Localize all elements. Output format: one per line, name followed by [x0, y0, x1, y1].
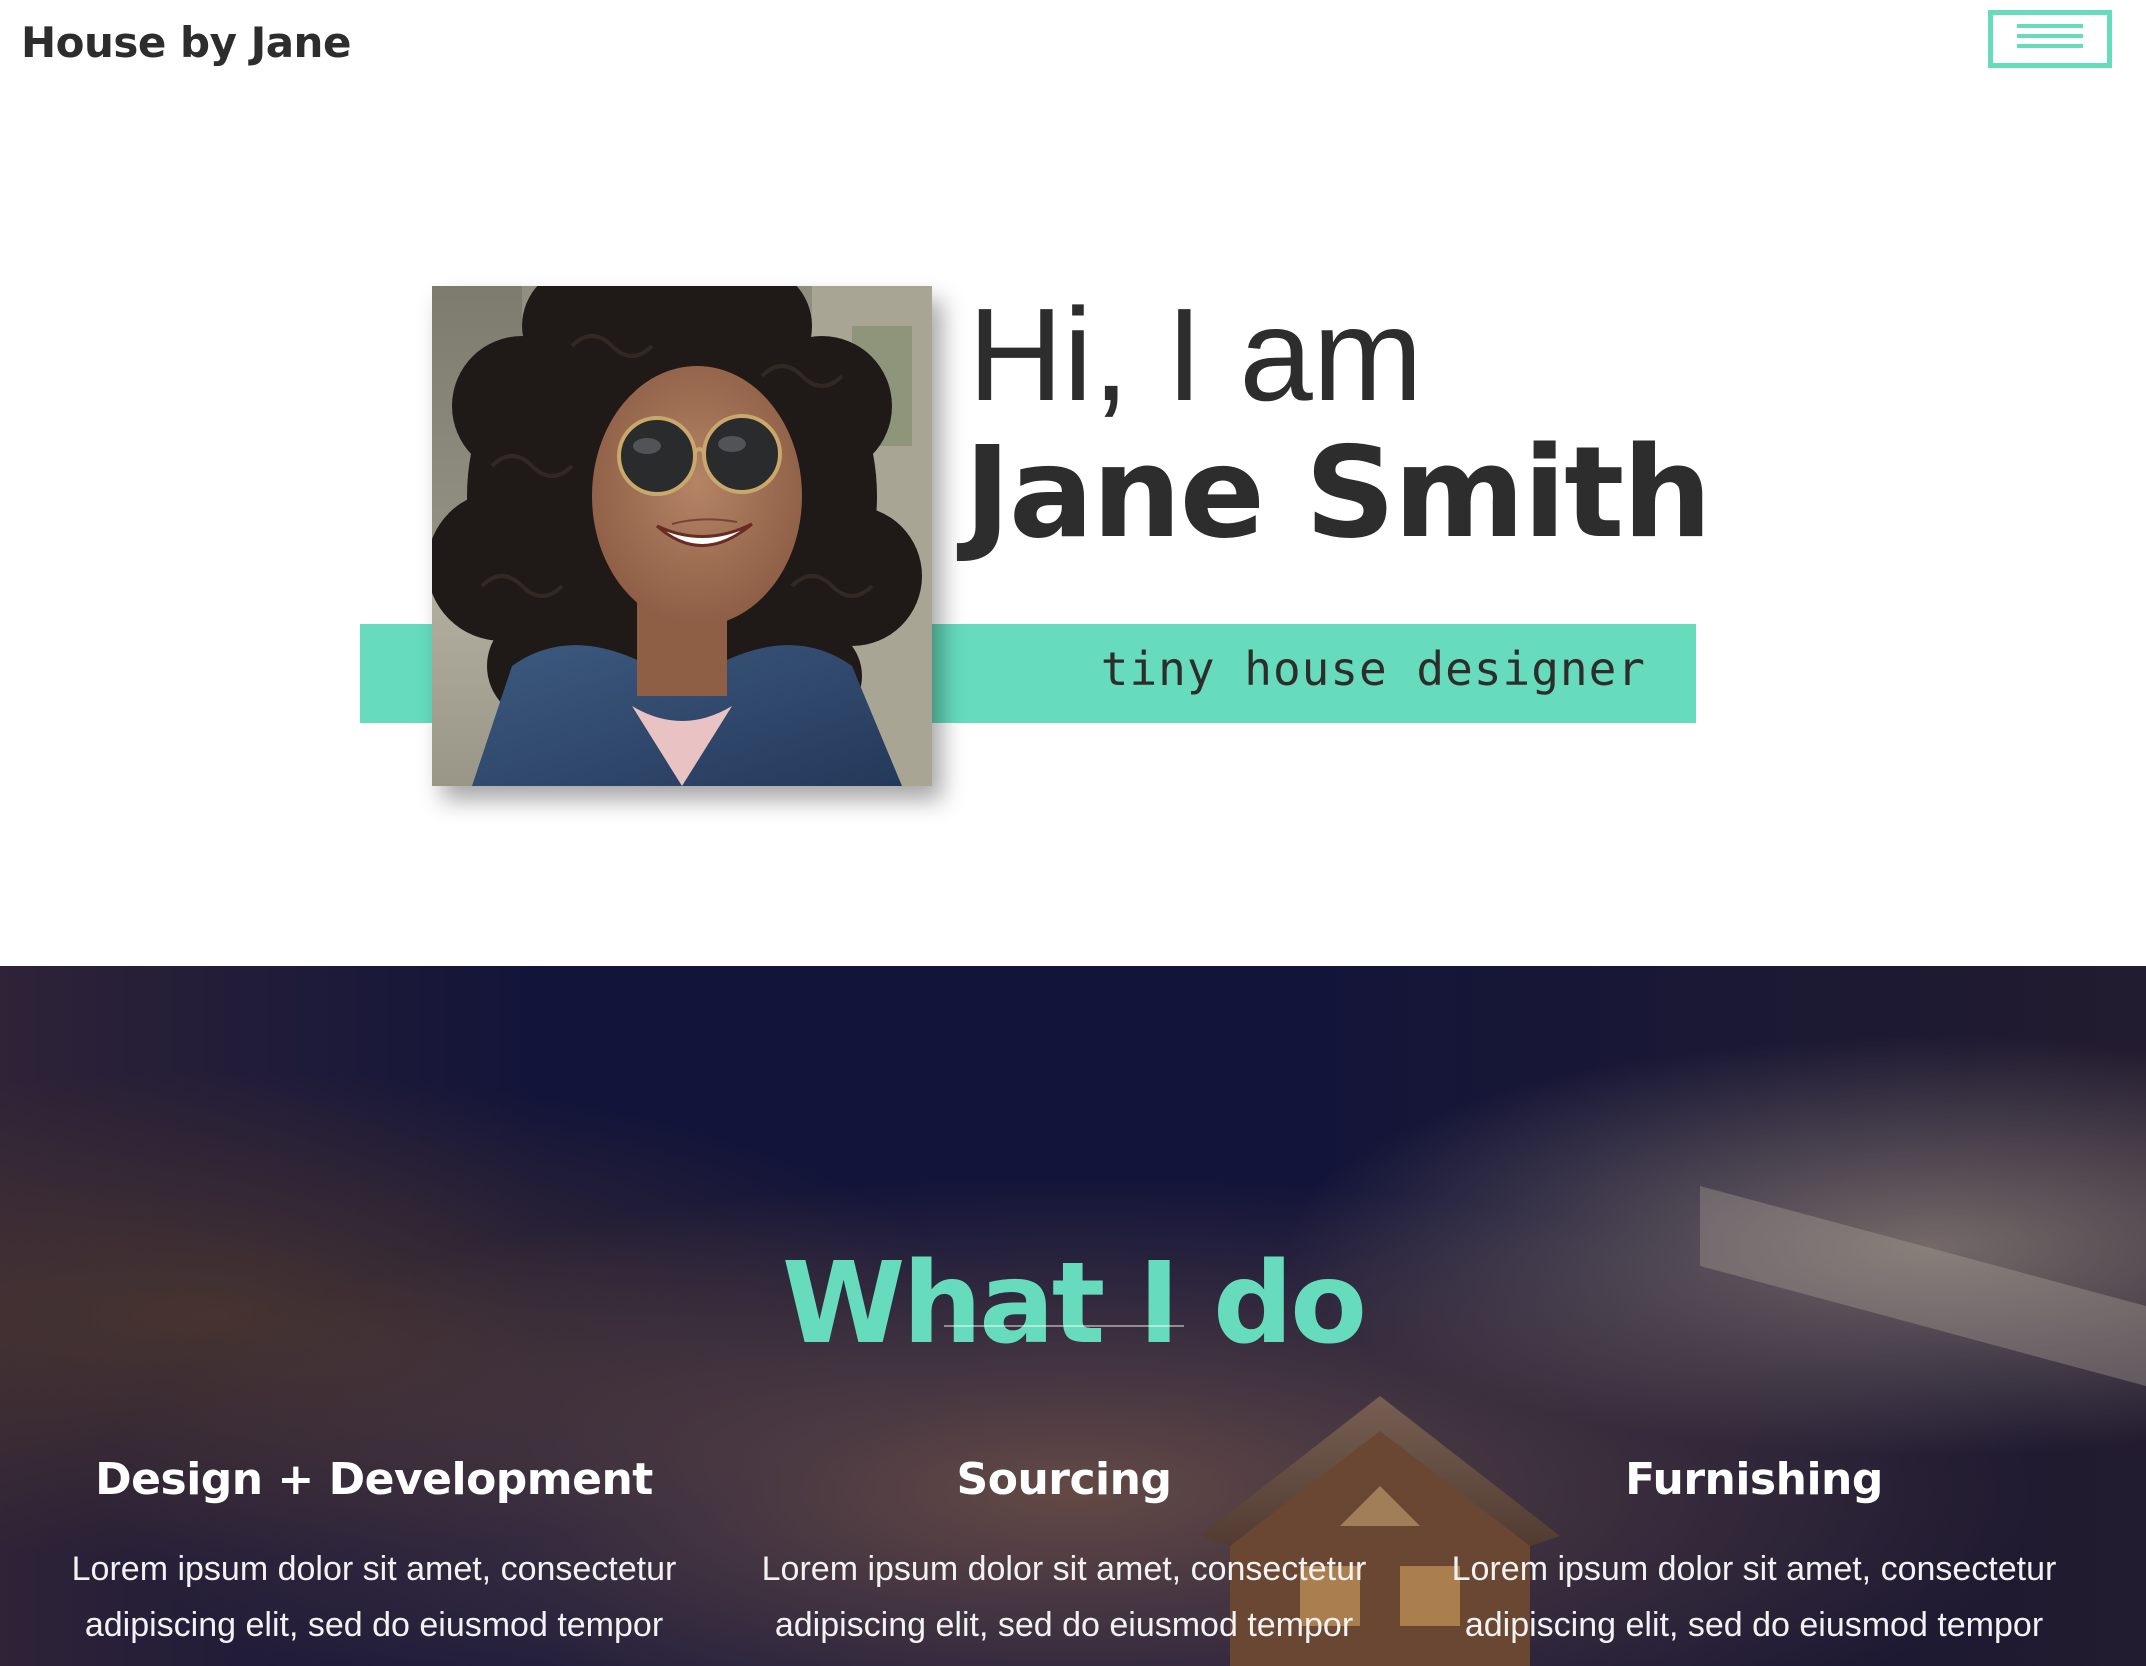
- site-brand-link[interactable]: House by Jane: [21, 18, 351, 67]
- hero-greeting: Hi, I am: [968, 281, 1423, 428]
- section-title: What I do: [781, 1238, 1367, 1369]
- hero-name: Jane Smith: [964, 419, 1712, 566]
- service-sourcing: Sourcing Lorem ipsum dolor sit amet, con…: [754, 1454, 1374, 1653]
- tagline: tiny house designer: [1100, 642, 1646, 696]
- portrait-photo: [432, 286, 932, 786]
- service-description: Lorem ipsum dolor sit amet, consectetur …: [71, 1549, 677, 1644]
- service-description: Lorem ipsum dolor sit amet, consectetur …: [761, 1549, 1367, 1644]
- service-design-development: Design + Development Lorem ipsum dolor s…: [64, 1454, 684, 1653]
- service-description: Lorem ipsum dolor sit amet, consectetur …: [1451, 1549, 2057, 1644]
- service-title: Sourcing: [956, 1454, 1172, 1505]
- service-furnishing: Furnishing Lorem ipsum dolor sit amet, c…: [1444, 1454, 2064, 1653]
- services-section: What I do Design + Development Lorem ips…: [0, 966, 2146, 1666]
- service-title: Design + Development: [95, 1454, 653, 1505]
- hamburger-menu-button[interactable]: [1988, 10, 2112, 68]
- service-title: Furnishing: [1625, 1454, 1883, 1505]
- page: House by Jane tiny house designer Hi, I …: [0, 0, 2146, 1666]
- section-divider: [944, 1325, 1184, 1327]
